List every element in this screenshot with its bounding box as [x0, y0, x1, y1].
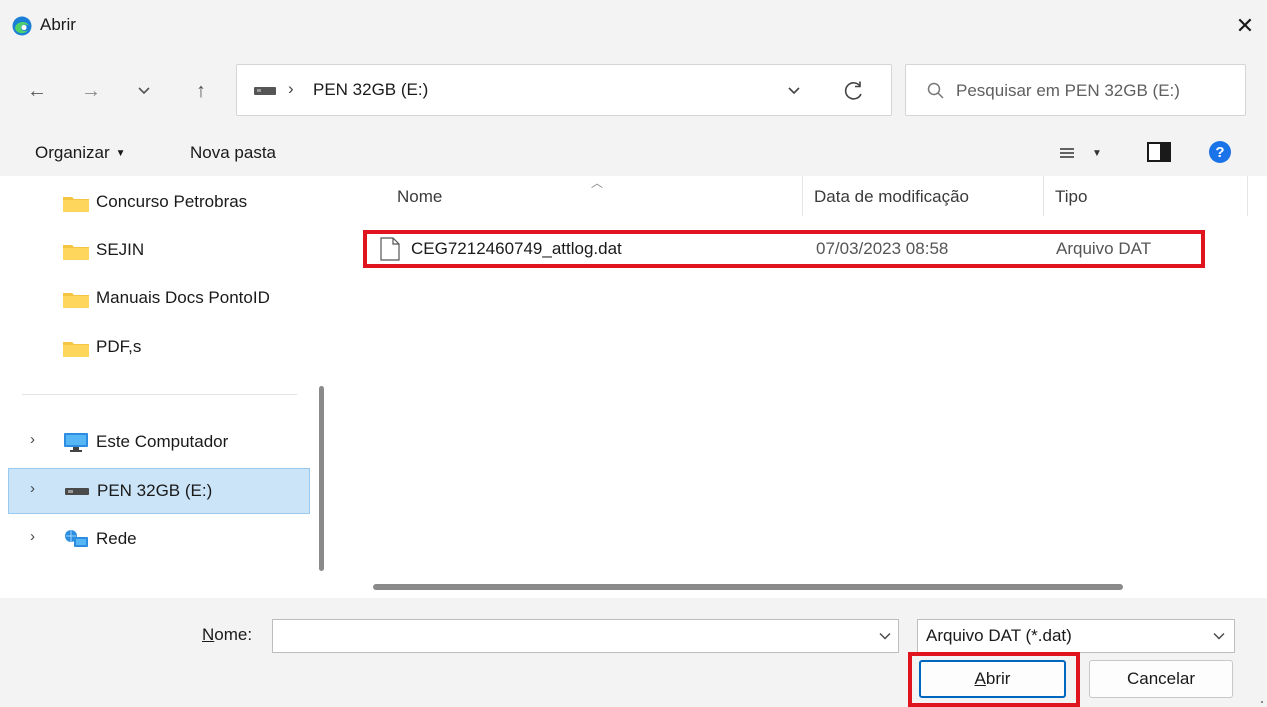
breadcrumb-separator: › [288, 79, 294, 98]
chevron-down-icon [788, 87, 800, 95]
file-name-bar: Nome: Arquivo DAT (*.dat) Abrir Cancelar [0, 598, 1267, 707]
file-name-combobox[interactable] [272, 619, 899, 653]
forward-button[interactable]: → [76, 76, 106, 106]
sidebar-item-pdfs[interactable]: PDF,s [8, 324, 310, 370]
search-input[interactable] [956, 75, 1241, 107]
sidebar-item-label: Este Computador [96, 432, 229, 451]
file-modified-date: 07/03/2023 08:58 [816, 239, 949, 258]
usb-drive-icon [254, 87, 276, 95]
sidebar-item-label: SEJIN [96, 240, 145, 259]
file-type-value: Arquivo DAT (*.dat) [926, 626, 1072, 645]
sidebar-item-este-computador[interactable]: › Este Computador [8, 419, 310, 465]
folder-icon [63, 197, 89, 212]
view-options-button[interactable]: ▼ [1058, 140, 1110, 166]
column-separator[interactable] [802, 176, 803, 216]
caret-down-icon: ▼ [115, 148, 126, 159]
address-bar[interactable]: › PEN 32GB (E:) [236, 64, 892, 116]
file-name-input[interactable] [273, 620, 863, 650]
cancel-button[interactable]: Cancelar [1089, 660, 1233, 698]
recent-locations-button[interactable] [129, 76, 159, 106]
window-title: Abrir [40, 15, 76, 34]
caret-down-icon: ▼ [1092, 147, 1102, 159]
usb-drive-icon [65, 488, 89, 495]
edge-browser-icon [12, 16, 32, 36]
sidebar-item-label: Rede [96, 529, 137, 548]
title-bar: Abrir ✕ [0, 0, 1267, 52]
sort-ascending-icon: ︿ [591, 176, 604, 190]
organize-label: Organizar [35, 143, 110, 162]
file-type-select[interactable]: Arquivo DAT (*.dat) [917, 619, 1235, 653]
list-view-icon [1060, 148, 1074, 158]
folder-icon [63, 293, 89, 308]
svg-text:?: ? [1215, 144, 1224, 161]
network-icon [65, 530, 88, 547]
new-folder-button[interactable]: Nova pasta [190, 143, 276, 163]
chevron-right-icon[interactable]: › [30, 480, 35, 497]
sidebar-item-label: Manuais Docs PontoID [96, 288, 270, 307]
file-row-highlighted[interactable]: CEG7212460749_attlog.dat 07/03/2023 08:5… [363, 230, 1205, 268]
sidebar-divider [22, 394, 297, 395]
refresh-icon [844, 81, 862, 100]
arrow-up-icon: ↑ [196, 79, 206, 102]
navigation-pane: Concurso Petrobras SEJIN Manuais Docs Po… [0, 176, 330, 598]
file-name-label-text: ome: [214, 625, 253, 644]
file-name: CEG7212460749_attlog.dat [411, 239, 622, 258]
file-name-dropdown-button[interactable] [876, 627, 894, 645]
up-button[interactable]: ↑ [186, 76, 216, 106]
file-list: ︿ Nome Data de modificação Tipo CEG72124… [345, 176, 1267, 598]
column-header-name[interactable]: Nome [397, 187, 442, 207]
open-button-label: brir [985, 669, 1011, 688]
chevron-right-icon[interactable]: › [30, 528, 35, 545]
back-button[interactable]: ← [22, 76, 52, 106]
sidebar-item-label: PEN 32GB (E:) [97, 481, 213, 500]
horizontal-scrollbar[interactable] [373, 584, 1123, 590]
chevron-down-icon [879, 633, 891, 640]
sidebar-item-label: Concurso Petrobras [96, 192, 248, 211]
column-separator[interactable] [1247, 176, 1248, 216]
arrow-left-icon: ← [27, 79, 47, 102]
folder-icon [63, 245, 89, 260]
resize-grip[interactable] [1261, 701, 1263, 703]
chevron-down-icon [1213, 633, 1225, 640]
search-icon [927, 82, 944, 99]
chevron-right-icon[interactable]: › [30, 431, 35, 448]
organize-menu-button[interactable]: Organizar ▼ [35, 143, 126, 163]
file-type: Arquivo DAT [1056, 239, 1152, 258]
sidebar-item-rede[interactable]: › Rede [8, 516, 310, 562]
file-type-dropdown-button[interactable] [1210, 627, 1228, 645]
close-icon: ✕ [1235, 13, 1255, 38]
column-header-type[interactable]: Tipo [1055, 187, 1087, 207]
folder-icon [63, 342, 89, 357]
arrow-right-icon: → [81, 79, 101, 102]
file-icon [380, 237, 400, 261]
open-button[interactable]: Abrir [919, 660, 1066, 698]
column-separator[interactable] [1043, 176, 1044, 216]
access-key: N [202, 625, 215, 644]
navigation-bar: ← → ↑ › PEN 32GB (E:) [0, 52, 1267, 128]
file-name-label: Nome: [202, 625, 252, 645]
sidebar-item-sejin[interactable]: SEJIN [8, 227, 310, 273]
search-box[interactable] [905, 64, 1246, 116]
close-button[interactable]: ✕ [1223, 6, 1267, 46]
address-history-button[interactable] [779, 77, 809, 105]
help-icon[interactable]: ? [1208, 140, 1232, 164]
sidebar-item-concurso-petrobras[interactable]: Concurso Petrobras [8, 179, 310, 225]
sidebar-item-pen-32gb[interactable]: › PEN 32GB (E:) [8, 468, 310, 514]
sidebar-item-manuais-docs-pontoid[interactable]: Manuais Docs PontoID [8, 275, 310, 321]
column-header-date[interactable]: Data de modificação [814, 187, 969, 207]
command-toolbar: Organizar ▼ Nova pasta ▼ ? [0, 128, 1267, 176]
sidebar-scrollbar[interactable] [319, 386, 324, 571]
computer-icon [64, 433, 88, 452]
refresh-button[interactable] [837, 75, 871, 107]
breadcrumb-location[interactable]: PEN 32GB (E:) [313, 80, 428, 100]
preview-pane-icon[interactable] [1147, 142, 1171, 162]
sidebar-item-label: PDF,s [96, 337, 142, 356]
access-key: A [974, 669, 986, 688]
chevron-down-icon [138, 87, 150, 95]
